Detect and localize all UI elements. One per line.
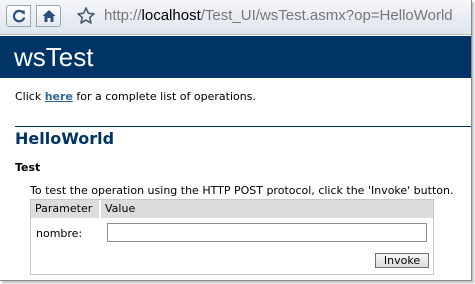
star-icon[interactable] <box>76 6 96 26</box>
home-button[interactable] <box>36 5 61 27</box>
section-divider <box>15 126 471 127</box>
nombre-label: nombre: <box>36 227 83 240</box>
browser-window: http://localhost/Test_UI/wsTest.asmx?op=… <box>0 0 472 281</box>
column-header-parameter: Parameter <box>35 202 93 215</box>
intro-after: for a complete list of operations. <box>72 90 256 103</box>
test-heading: Test <box>15 161 41 174</box>
test-description: To test the operation using the HTTP POS… <box>30 184 454 197</box>
service-title: wsTest <box>14 42 94 72</box>
reload-icon <box>12 9 26 23</box>
parameters-table: Parameter Value nombre: Invoke <box>30 199 434 275</box>
parameters-table-header: Parameter Value <box>31 200 433 218</box>
url-prefix: http:// <box>104 7 142 24</box>
column-divider <box>99 200 101 218</box>
invoke-button[interactable]: Invoke <box>375 253 429 268</box>
url-host: localhost <box>141 7 201 24</box>
browser-toolbar: http://localhost/Test_UI/wsTest.asmx?op=… <box>0 0 471 35</box>
operation-title: HelloWorld <box>15 129 115 148</box>
address-bar[interactable]: http://localhost/Test_UI/wsTest.asmx?op=… <box>104 6 453 26</box>
reload-button[interactable] <box>6 5 31 27</box>
nombre-input[interactable] <box>107 223 427 242</box>
page-header: wsTest <box>0 36 471 78</box>
operations-list-link[interactable]: here <box>45 90 73 103</box>
column-header-value: Value <box>105 202 136 215</box>
home-icon <box>42 10 56 22</box>
intro-text: Click here for a complete list of operat… <box>15 90 256 103</box>
url-path: /Test_UI/wsTest.asmx?op=HelloWorld <box>200 7 453 24</box>
intro-before: Click <box>15 90 45 103</box>
